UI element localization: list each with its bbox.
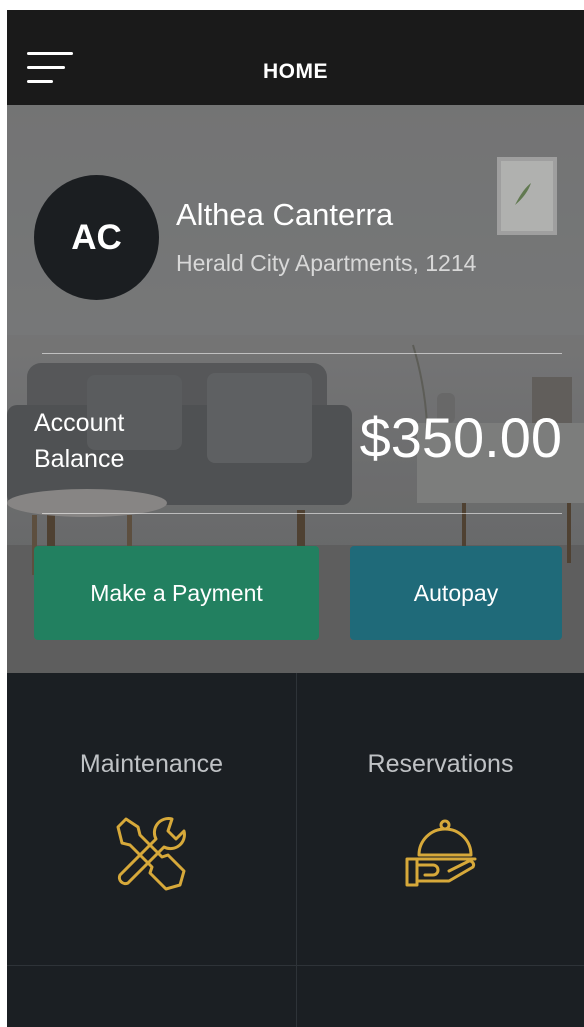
reservations-label: Reservations: [367, 750, 514, 778]
resident-name: Althea Canterra: [176, 197, 394, 232]
resident-address: Herald City Apartments, 1214: [176, 250, 477, 276]
service-cloche-icon: [405, 819, 476, 887]
account-balance-label-text: Account Balance: [34, 409, 125, 473]
divider-bottom: [42, 513, 562, 514]
account-hero: AC Althea Canterra Herald City Apartment…: [7, 105, 584, 673]
reservations-tile[interactable]: Reservations: [297, 673, 584, 965]
autopay-button[interactable]: Autopay: [350, 546, 562, 640]
app-screen: HOME AC Althea Canterra Herald City Apar…: [7, 10, 584, 1027]
maintenance-tile[interactable]: Maintenance: [7, 673, 296, 965]
avatar: AC: [34, 175, 159, 300]
wrench-screwdriver-icon: [116, 817, 186, 891]
tile-divider-horizontal: [7, 965, 584, 966]
make-payment-button[interactable]: Make a Payment: [34, 546, 319, 640]
account-balance-amount: $350.00: [359, 406, 562, 469]
maintenance-label: Maintenance: [79, 750, 224, 778]
top-bar: HOME: [7, 10, 584, 105]
divider-top: [42, 353, 562, 354]
page-title: HOME: [263, 60, 328, 83]
account-balance-label: Account Balance: [34, 405, 164, 477]
